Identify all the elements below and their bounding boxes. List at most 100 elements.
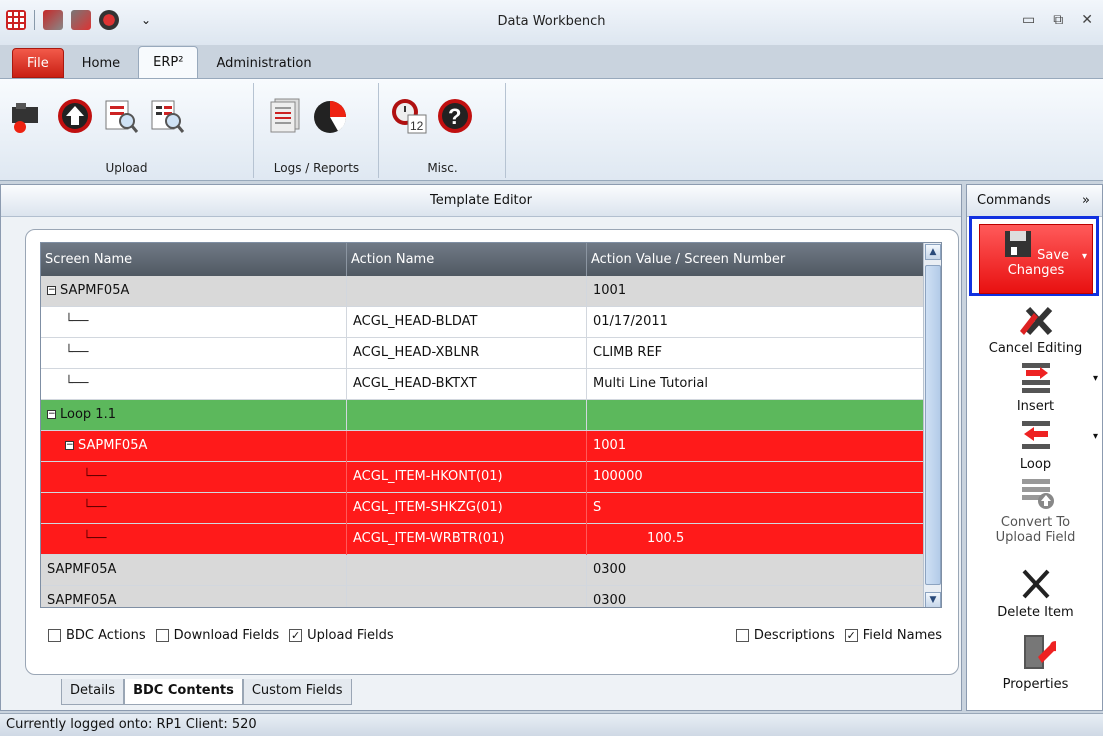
tab-home[interactable]: Home — [68, 48, 134, 78]
cell-action-name[interactable] — [347, 555, 587, 586]
cell-screen-name[interactable]: └── — [41, 524, 347, 555]
view-template-button[interactable] — [102, 97, 140, 135]
table-row[interactable]: └── ACGL_HEAD-XBLNR CLIMB REF — [41, 338, 941, 369]
cell-action-value[interactable]: CLIMB REF — [587, 338, 925, 369]
table-row[interactable]: − SAPMF05A 1001 — [41, 276, 941, 307]
grid-header: Screen Name Action Name Action Value / S… — [41, 243, 941, 276]
cell-action-value[interactable]: S — [587, 493, 925, 524]
loop-dropdown-icon[interactable]: ▾ — [1093, 431, 1098, 442]
tree-collapse-icon[interactable]: − — [65, 441, 74, 450]
cell-screen-name[interactable]: └── — [41, 462, 347, 493]
tree-collapse-icon[interactable]: − — [47, 410, 56, 419]
save-dropdown-icon[interactable]: ▾ — [1082, 251, 1087, 262]
insert-dropdown-icon[interactable]: ▾ — [1093, 373, 1098, 384]
cell-screen-name[interactable]: └── — [41, 369, 347, 400]
cell-action-name[interactable] — [347, 586, 587, 607]
cell-action-name[interactable] — [347, 431, 587, 462]
cell-action-value[interactable]: 0300 — [587, 586, 925, 607]
column-header-screen-name[interactable]: Screen Name — [41, 243, 347, 276]
tree-collapse-icon[interactable]: − — [47, 286, 56, 295]
scroll-down-icon[interactable]: ▼ — [925, 592, 941, 607]
scroll-thumb[interactable] — [925, 265, 941, 585]
table-row[interactable]: − SAPMF05A 1001 — [41, 431, 941, 462]
minimize-icon[interactable]: ▭ — [1022, 12, 1035, 28]
reports-button[interactable] — [311, 97, 349, 135]
cell-action-value[interactable]: 100000 — [587, 462, 925, 493]
cell-action-name[interactable]: ACGL_HEAD-BKTXT — [347, 369, 587, 400]
cell-action-name[interactable]: ACGL_ITEM-WRBTR(01) — [347, 524, 587, 555]
cell-action-name[interactable] — [347, 400, 587, 431]
insert-button[interactable]: ▾ Insert — [967, 359, 1103, 414]
cell-screen-name[interactable]: SAPMF05A — [41, 586, 347, 607]
vertical-scrollbar[interactable]: ▲ ▼ — [923, 243, 941, 607]
table-row[interactable]: − Loop 1.1 — [41, 400, 941, 431]
cell-screen-name[interactable]: └── — [41, 493, 347, 524]
tab-custom-fields[interactable]: Custom Fields — [242, 679, 352, 705]
bdc-grid[interactable]: Screen Name Action Name Action Value / S… — [40, 242, 942, 608]
schedule-button[interactable]: 12 — [390, 97, 428, 135]
cell-action-name[interactable]: ACGL_HEAD-XBLNR — [347, 338, 587, 369]
floppy-disk-icon — [1004, 231, 1031, 257]
video-camera-icon — [12, 103, 38, 133]
document-search-icon — [105, 100, 139, 133]
table-row[interactable]: └── ACGL_HEAD-BLDAT 01/17/2011 — [41, 307, 941, 338]
restore-icon[interactable]: ⧉ — [1053, 12, 1063, 28]
option-field-names[interactable]: ✓ Field Names — [844, 628, 942, 643]
checkbox-checked-icon[interactable]: ✓ — [289, 629, 303, 642]
upload-button[interactable] — [56, 97, 94, 135]
option-descriptions[interactable]: Descriptions — [735, 628, 835, 643]
table-row[interactable]: └── ACGL_HEAD-BKTXT Multi Line Tutorial — [41, 369, 941, 400]
cell-action-value[interactable]: 0300 — [587, 555, 925, 586]
column-header-action-value[interactable]: Action Value / Screen Number — [587, 243, 925, 276]
close-icon[interactable]: ✕ — [1081, 12, 1093, 28]
tab-administration[interactable]: Administration — [202, 48, 325, 78]
checkbox-checked-icon[interactable]: ✓ — [844, 629, 858, 642]
cell-screen-name[interactable]: − SAPMF05A — [41, 431, 347, 462]
tab-details[interactable]: Details — [61, 679, 125, 705]
save-changes-button[interactable]: Save Changes ▾ — [979, 224, 1093, 294]
checkbox-icon[interactable] — [735, 629, 749, 642]
loop-button[interactable]: ▾ Loop — [967, 417, 1103, 472]
properties-button[interactable]: Properties — [967, 633, 1103, 692]
cell-action-value[interactable]: 01/17/2011 — [587, 307, 925, 338]
cell-screen-name[interactable]: └── — [41, 307, 347, 338]
table-row[interactable]: └── ACGL_ITEM-SHKZG(01) S — [41, 493, 941, 524]
cell-action-name[interactable] — [347, 276, 587, 307]
cell-action-name[interactable]: ACGL_ITEM-HKONT(01) — [347, 462, 587, 493]
checkbox-icon[interactable] — [48, 629, 61, 642]
cell-action-value[interactable]: 100.5 — [587, 524, 925, 555]
status-bar: Currently logged onto: RP1 Client: 520 — [0, 713, 1103, 736]
option-bdc-actions[interactable]: BDC Actions — [48, 628, 146, 643]
table-row[interactable]: SAPMF05A 0300 — [41, 555, 941, 586]
cell-action-value[interactable]: Multi Line Tutorial — [587, 369, 925, 400]
logs-button[interactable] — [265, 97, 303, 135]
checkbox-icon[interactable] — [155, 629, 169, 642]
scroll-up-icon[interactable]: ▲ — [925, 244, 941, 260]
view-data-button[interactable] — [148, 97, 186, 135]
cell-screen-name[interactable]: − SAPMF05A — [41, 276, 347, 307]
collapse-commands-icon[interactable]: » — [1082, 185, 1090, 217]
record-transaction-button[interactable] — [10, 97, 48, 135]
cell-action-value[interactable] — [587, 400, 925, 431]
cell-action-name[interactable]: ACGL_HEAD-BLDAT — [347, 307, 587, 338]
cell-action-value[interactable]: 1001 — [587, 431, 925, 462]
help-button[interactable]: ? — [436, 97, 474, 135]
option-upload-fields[interactable]: ✓ Upload Fields — [289, 628, 394, 643]
table-row[interactable]: └── ACGL_ITEM-HKONT(01) 100000 — [41, 462, 941, 493]
option-download-fields[interactable]: Download Fields — [155, 628, 279, 643]
cell-screen-name[interactable]: − Loop 1.1 — [41, 400, 347, 431]
cancel-editing-button[interactable]: Cancel Editing — [967, 303, 1103, 356]
tab-bdc-contents[interactable]: BDC Contents — [124, 679, 243, 705]
table-row[interactable]: SAPMF05A 0300 — [41, 586, 941, 607]
tab-file[interactable]: File — [12, 48, 64, 78]
cell-action-value[interactable]: 1001 — [587, 276, 925, 307]
cell-action-name[interactable]: ACGL_ITEM-SHKZG(01) — [347, 493, 587, 524]
grid-body: − SAPMF05A 1001 └── ACGL_HEAD-BLDAT 01/17/201… — [41, 276, 941, 607]
cell-screen-name[interactable]: └── — [41, 338, 347, 369]
column-header-action-name[interactable]: Action Name — [347, 243, 587, 276]
table-row[interactable]: └── ACGL_ITEM-WRBTR(01) 100.5 — [41, 524, 941, 555]
cell-screen-name[interactable]: SAPMF05A — [41, 555, 347, 586]
convert-upload-field-button[interactable]: Convert To Upload Field — [967, 475, 1103, 545]
tab-erp2[interactable]: ERP² — [138, 46, 199, 78]
delete-item-button[interactable]: Delete Item — [967, 565, 1103, 620]
